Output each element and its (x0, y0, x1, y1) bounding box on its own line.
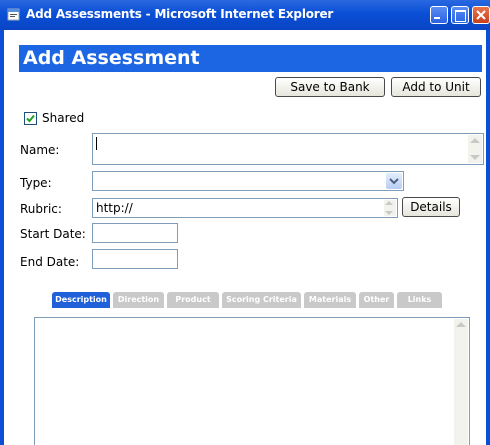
minimize-button[interactable] (430, 6, 448, 24)
details-button[interactable]: Details (402, 197, 460, 217)
add-to-unit-button[interactable]: Add to Unit (391, 77, 481, 97)
end-date-input[interactable] (92, 249, 178, 269)
maximize-button[interactable] (451, 6, 469, 24)
type-label: Type: (20, 176, 52, 190)
start-date-label: Start Date: (20, 227, 86, 241)
tab-materials[interactable]: Materials (304, 292, 356, 308)
ie-icon (7, 8, 20, 21)
tab-direction[interactable]: Direction (113, 292, 164, 308)
tab-other[interactable]: Other (359, 292, 394, 308)
tab-product[interactable]: Product (167, 292, 219, 308)
page-title: Add Assessment (19, 45, 482, 72)
dropdown-button[interactable] (386, 173, 402, 189)
scroll-up-icon (456, 322, 466, 327)
scroll-down-icon (470, 155, 480, 160)
save-to-bank-button[interactable]: Save to Bank (275, 77, 385, 97)
description-textarea[interactable] (34, 317, 470, 445)
rubric-label: Rubric: (20, 202, 62, 216)
scroll-up-icon (470, 138, 480, 143)
chevron-down-icon (389, 178, 399, 185)
shared-checkbox[interactable] (24, 112, 37, 125)
shared-label: Shared (42, 111, 85, 125)
window-title: Add Assessments - Microsoft Internet Exp… (26, 7, 334, 21)
step-down-icon (385, 211, 393, 215)
step-up-icon (385, 201, 393, 205)
close-button[interactable] (472, 6, 490, 24)
tab-scoring-criteria[interactable]: Scoring Criteria (222, 292, 301, 308)
description-scrollbar[interactable] (454, 319, 468, 445)
title-bar[interactable]: Add Assessments - Microsoft Internet Exp… (0, 0, 490, 30)
close-icon (476, 10, 486, 20)
tab-description[interactable]: Description (52, 292, 110, 308)
name-input[interactable] (92, 133, 484, 165)
name-label: Name: (20, 143, 60, 157)
rubric-value: http:// (96, 201, 133, 215)
browser-window: Add Assessments - Microsoft Internet Exp… (0, 0, 490, 445)
text-cursor (96, 137, 97, 150)
rubric-input[interactable]: http:// (92, 198, 398, 218)
type-select[interactable] (92, 171, 404, 191)
page-content: Add Assessment Save to Bank Add to Unit … (4, 30, 486, 445)
tab-links[interactable]: Links (397, 292, 442, 308)
end-date-label: End Date: (20, 255, 80, 269)
checkmark-icon (26, 114, 35, 123)
name-scrollbar[interactable] (468, 135, 482, 163)
window-frame-right (486, 30, 490, 445)
start-date-input[interactable] (92, 223, 178, 243)
rubric-stepper[interactable] (384, 200, 396, 216)
